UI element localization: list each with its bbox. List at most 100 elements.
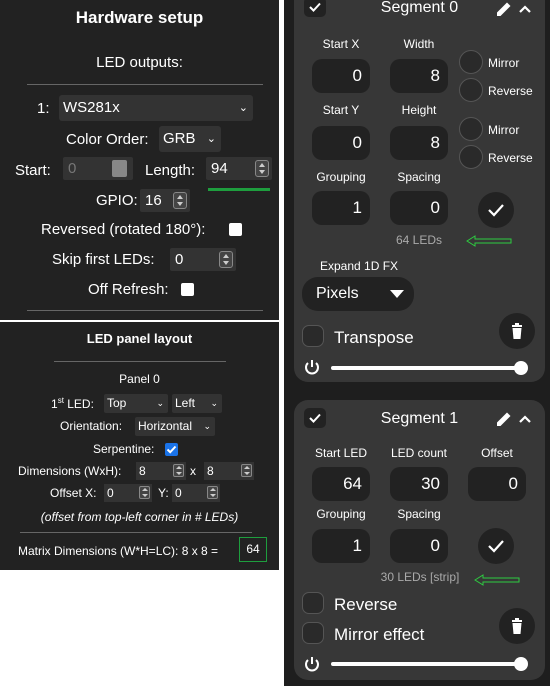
offset-x-input[interactable]: 0: [104, 484, 152, 502]
pencil-icon[interactable]: [495, 410, 513, 428]
serpentine-checkbox[interactable]: [165, 443, 178, 456]
first-led-label: 1st LED:: [51, 396, 94, 411]
start-y-label: Start Y: [322, 103, 360, 117]
hardware-setup-panel: Hardware setup LED outputs: 1: WS281x ⌄ …: [0, 0, 279, 320]
dimensions-label: Dimensions (WxH):: [18, 464, 122, 478]
offset-input[interactable]: 0: [468, 467, 526, 501]
segment-card-0: Segment 0 Start X Width 0 8 Mirror Rever…: [294, 0, 545, 382]
start-y-input[interactable]: 0: [312, 126, 370, 160]
chevron-up-icon[interactable]: [518, 412, 532, 426]
transpose-checkbox[interactable]: [302, 325, 324, 347]
spinner-icon[interactable]: [207, 486, 218, 499]
spinner-icon[interactable]: [173, 192, 187, 209]
offset-x-label: Offset X:: [50, 486, 97, 500]
divider: [20, 532, 252, 533]
first-led-horizontal-select[interactable]: Left ⌄: [172, 394, 222, 413]
led-type-select[interactable]: WS281x ⌄: [59, 95, 253, 121]
chevron-down-icon: ⌄: [238, 102, 248, 114]
apply-button[interactable]: [478, 528, 514, 564]
chevron-down-icon: ⌄: [206, 133, 216, 145]
transpose-label: Transpose: [334, 328, 414, 347]
caret-down-icon: [390, 290, 404, 298]
width-label: Width: [403, 37, 435, 51]
reverse-y-label: Reverse: [488, 151, 533, 165]
spacing-input[interactable]: 0: [390, 191, 448, 225]
spinner-icon[interactable]: [219, 251, 233, 268]
pencil-icon[interactable]: [495, 0, 513, 18]
led-count-input[interactable]: 30: [390, 467, 448, 501]
checkmark-icon: [166, 445, 177, 454]
off-refresh-label: Off Refresh:: [88, 281, 169, 298]
spacing-label: Spacing: [397, 170, 441, 184]
brightness-slider-track[interactable]: [331, 662, 521, 666]
skip-first-label: Skip first LEDs:: [52, 251, 155, 268]
divider: [27, 84, 263, 85]
segment-card-1: Segment 1 Start LED LED count Offset 64 …: [294, 400, 545, 680]
mirror-y-toggle[interactable]: [459, 117, 483, 141]
delete-button[interactable]: [499, 608, 535, 644]
led-count-text: 64 LEDs: [395, 233, 443, 247]
reverse-x-toggle[interactable]: [459, 78, 483, 102]
power-icon[interactable]: [303, 358, 321, 376]
spinner-icon[interactable]: [255, 160, 269, 177]
reversed-checkbox[interactable]: [229, 223, 242, 236]
grouping-input[interactable]: 1: [312, 529, 370, 563]
panel-name: Panel 0: [119, 372, 160, 386]
grouping-input[interactable]: 1: [312, 191, 370, 225]
first-led-vertical-value: Top: [107, 396, 127, 410]
matrix-led-count: 64: [239, 537, 267, 562]
spinner-icon[interactable]: [139, 486, 150, 499]
reversed-label: Reversed (rotated 180°):: [41, 221, 206, 238]
chevron-down-icon: ⌄: [203, 421, 211, 431]
first-led-horizontal-value: Left: [175, 396, 196, 410]
expand-1d-select[interactable]: Pixels: [302, 277, 414, 311]
mirror-effect-checkbox[interactable]: [302, 622, 324, 644]
chevron-down-icon: ⌄: [210, 398, 218, 408]
start-led-label: Start LED: [314, 446, 368, 460]
output-index-label: 1:: [37, 100, 50, 117]
delete-button[interactable]: [499, 313, 535, 349]
offset-y-label: Y:: [158, 486, 169, 500]
brightness-slider-track[interactable]: [331, 366, 521, 370]
mirror-x-toggle[interactable]: [459, 50, 483, 74]
start-input[interactable]: 0: [63, 157, 133, 180]
grouping-label: Grouping: [316, 507, 366, 521]
expand-1d-label: Expand 1D FX: [320, 259, 399, 273]
color-order-value: GRB: [163, 130, 196, 147]
first-led-vertical-select[interactable]: Top ⌄: [104, 394, 168, 413]
grouping-label: Grouping: [316, 170, 366, 184]
orientation-select[interactable]: Horizontal ⌄: [135, 417, 215, 436]
gpio-input[interactable]: 16: [140, 189, 190, 212]
panel-layout-title: LED panel layout: [86, 331, 193, 346]
brightness-slider-knob[interactable]: [514, 361, 528, 375]
height-input[interactable]: 8: [204, 462, 254, 480]
reverse-checkbox[interactable]: [302, 592, 324, 614]
spacing-input[interactable]: 0: [390, 529, 448, 563]
length-input[interactable]: 94: [206, 157, 272, 180]
hardware-setup-title: Hardware setup: [75, 8, 204, 27]
checkmark-icon: [488, 540, 504, 553]
spinner-icon[interactable]: [173, 464, 184, 477]
trash-icon: [512, 323, 522, 339]
width-value: 8: [139, 464, 146, 478]
length-underline: [208, 188, 270, 191]
spinner-icon[interactable]: [241, 464, 252, 477]
width-input[interactable]: 8: [136, 462, 186, 480]
offset-note: (offset from top-left corner in # LEDs): [40, 510, 239, 524]
apply-button[interactable]: [478, 192, 514, 228]
reverse-y-toggle[interactable]: [459, 145, 483, 169]
start-x-input[interactable]: 0: [312, 59, 370, 93]
spin-icon: [112, 160, 127, 177]
skip-first-input[interactable]: 0: [170, 248, 236, 271]
start-led-input[interactable]: 64: [312, 467, 370, 501]
width-input[interactable]: 8: [390, 59, 448, 93]
brightness-slider-knob[interactable]: [514, 657, 528, 671]
power-icon[interactable]: [303, 655, 321, 673]
offset-y-input[interactable]: 0: [172, 484, 220, 502]
chevron-up-icon[interactable]: [518, 2, 532, 16]
mirror-y-label: Mirror: [488, 123, 520, 137]
color-order-select[interactable]: GRB ⌄: [159, 126, 221, 152]
off-refresh-checkbox[interactable]: [181, 283, 194, 296]
serpentine-label: Serpentine:: [93, 442, 155, 456]
height-input[interactable]: 8: [390, 126, 448, 160]
